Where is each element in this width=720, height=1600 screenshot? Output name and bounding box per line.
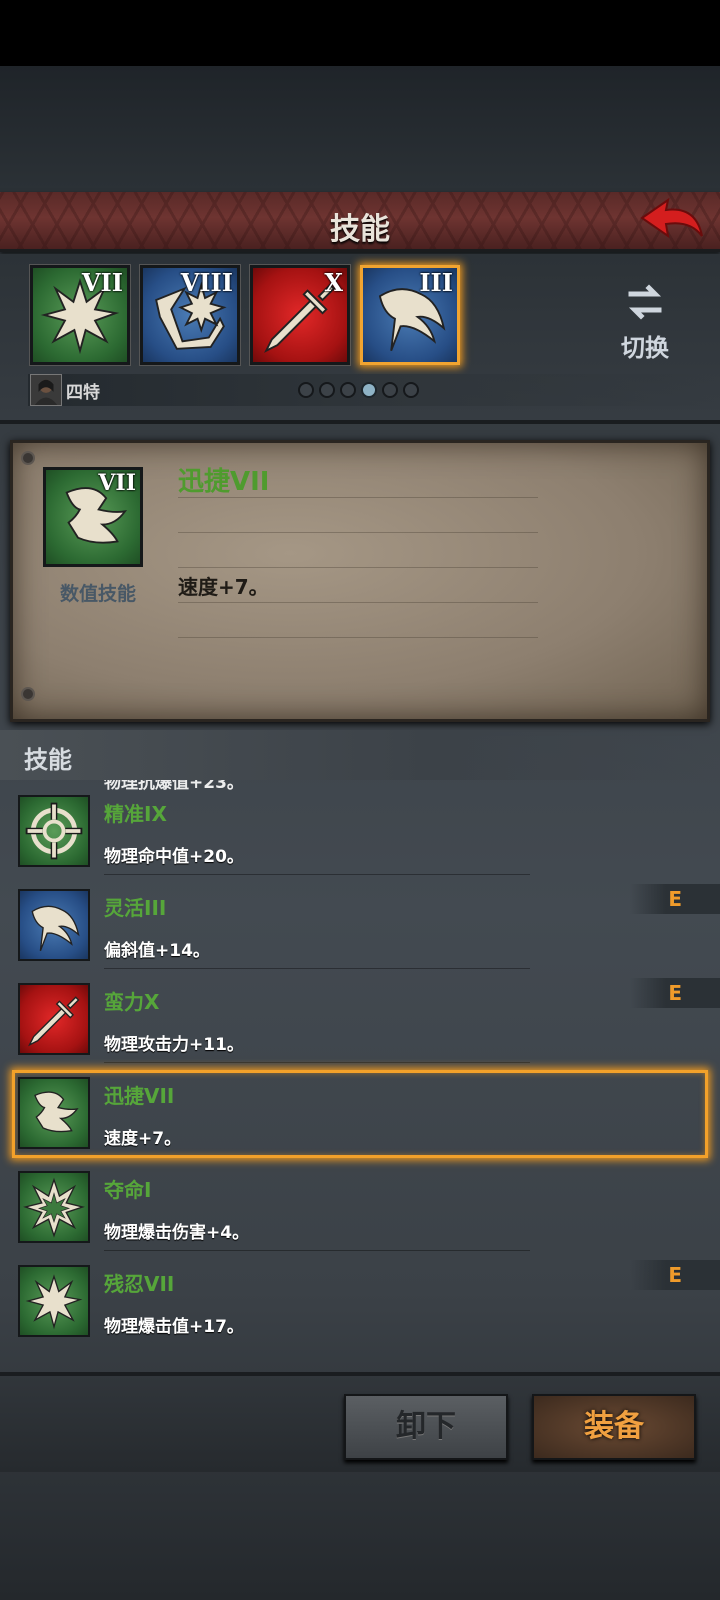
skill-desc: 速度+7。 [104, 1129, 182, 1149]
equip-button[interactable]: 装备 [532, 1394, 696, 1460]
equipped-slot-2[interactable]: VIII [140, 265, 240, 365]
list-item[interactable]: 残忍VII 物理爆击值+17。 E [0, 1250, 720, 1345]
section-title: 技能 [24, 746, 72, 774]
section-header: 技能 [0, 730, 720, 780]
equipped-slot-1[interactable]: VII [30, 265, 130, 365]
skill-name: 残忍VII [104, 1272, 175, 1296]
detail-skill-icon: VII [43, 467, 143, 567]
page-dot[interactable] [382, 382, 398, 398]
back-arrow-icon[interactable] [638, 196, 706, 248]
detail-rank: VII [98, 470, 136, 496]
list-item[interactable]: 精准IX 物理命中值+20。 [0, 780, 720, 875]
page-dot[interactable] [319, 382, 335, 398]
swap-icon [628, 284, 662, 320]
skill-desc: 物理爆击值+17。 [104, 1317, 244, 1337]
switch-button[interactable]: 切换 [612, 282, 678, 363]
page-title: 技能 [330, 212, 390, 247]
unequip-button[interactable]: 卸下 [344, 1394, 508, 1460]
list-item[interactable]: 灵活III 偏斜值+14。 E [0, 874, 720, 969]
skill-name: 迅捷VII [104, 1084, 175, 1108]
list-item[interactable]: 蛮力X 物理攻击力+11。 E [0, 968, 720, 1063]
hero-name: 四特 [66, 383, 100, 403]
skill-name: 灵活III [104, 896, 167, 920]
equipped-skills-bar: VII VIII X III 切换 四特 [0, 254, 720, 424]
detail-skill-description: 速度+7。 [178, 575, 269, 599]
page-dot[interactable] [403, 382, 419, 398]
page-dot[interactable] [340, 382, 356, 398]
skill-name: 蛮力X [104, 990, 160, 1014]
pin-icon [21, 451, 35, 465]
burst-icon [18, 1265, 90, 1337]
switch-label: 切换 [621, 334, 669, 362]
skill-desc: 物理攻击力+11。 [104, 1035, 244, 1055]
hero-avatar[interactable] [30, 374, 62, 406]
skill-name: 精准IX [104, 802, 167, 826]
wing-icon [18, 1077, 90, 1149]
skill-name: 夺命I [104, 1178, 152, 1202]
slot-rank: VII [81, 268, 123, 297]
page-dot[interactable] [298, 382, 314, 398]
double-burst-icon [18, 1171, 90, 1243]
action-bar: 卸下 装备 [0, 1372, 720, 1472]
crosshair-icon [18, 795, 90, 867]
detail-skill-name: 迅捷VII [178, 467, 270, 497]
equipped-badge: E [630, 1260, 720, 1290]
skill-desc: 偏斜值+14。 [104, 941, 210, 961]
skill-desc: 物理爆击伤害+4。 [104, 1223, 250, 1243]
skill-list[interactable]: 物理抗爆值+23。 精准IX 物理命中值+20。 灵活III 偏斜值+14。 E… [0, 780, 720, 1362]
pin-icon [21, 687, 35, 701]
skill-detail-panel: VII 数值技能 迅捷VII 速度+7。 [10, 440, 710, 722]
header-bar: 技能 [0, 192, 720, 252]
page-indicator [298, 382, 419, 398]
list-item[interactable]: 夺命I 物理爆击伤害+4。 [0, 1156, 720, 1251]
equipped-badge: E [630, 978, 720, 1008]
status-bar-area [0, 0, 720, 66]
equipped-slot-3[interactable]: X [250, 265, 350, 365]
page-dot-active[interactable] [361, 382, 377, 398]
skill-desc: 物理命中值+20。 [104, 847, 244, 867]
sword-icon [18, 983, 90, 1055]
equipped-slot-4[interactable]: III [360, 265, 460, 365]
skill-type-label: 数值技能 [59, 583, 136, 605]
slot-rank: X [324, 268, 343, 297]
equipped-badge: E [630, 884, 720, 914]
slot-rank: VIII [180, 268, 233, 297]
feather-wing-icon [18, 889, 90, 961]
list-item-selected[interactable]: 迅捷VII 速度+7。 [0, 1062, 720, 1158]
slot-rank: III [419, 268, 453, 297]
